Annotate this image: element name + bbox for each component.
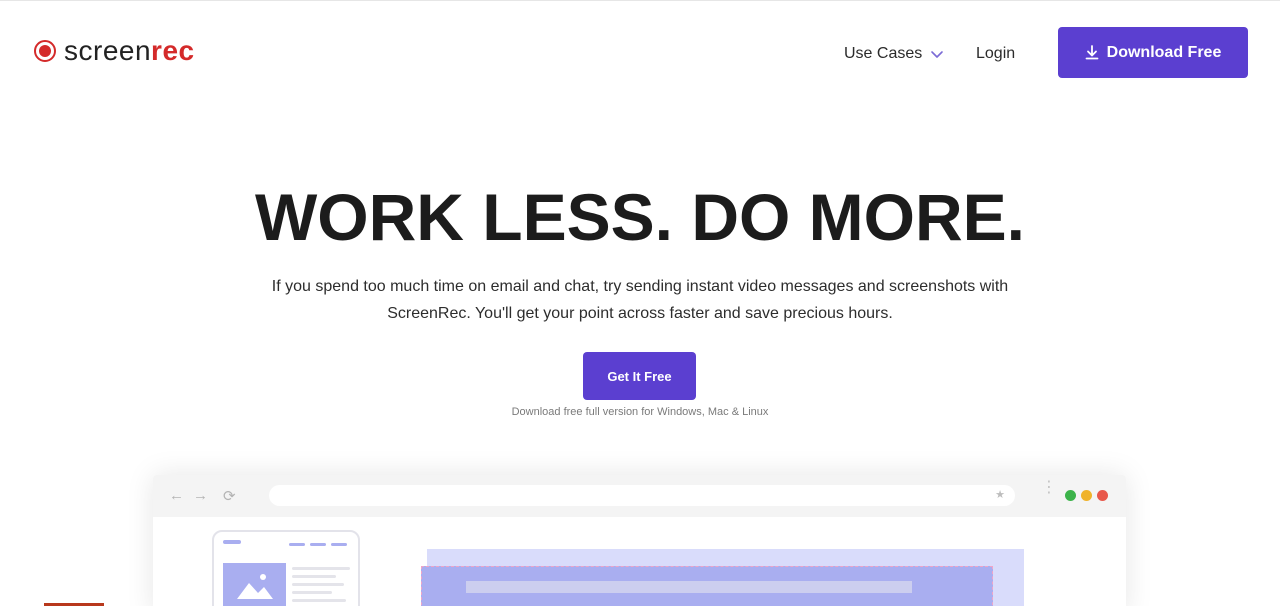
nav-use-cases-label: Use Cases [844,45,923,62]
card-header-bar [223,540,241,544]
window-dots [1065,490,1108,501]
download-icon [1085,45,1099,60]
menu-icon: ⋮ [1041,479,1057,496]
card-nav-bar [289,543,305,546]
forward-arrow-icon: → [193,487,208,504]
page: screenrec Use Cases Login Download Free … [0,0,1280,606]
back-arrow-icon: ← [169,487,184,504]
screenrec-logo[interactable]: screenrec [34,37,195,65]
card-text-line [292,575,336,578]
red-dot-icon [1097,490,1108,501]
card-text-line [292,599,346,602]
hero-title: WORK LESS. DO MORE. [254,180,1026,254]
download-free-button[interactable]: Download Free [1058,27,1248,78]
yellow-dot-icon [1081,490,1092,501]
card-nav-bar [310,543,326,546]
card-nav-bar [331,543,347,546]
get-it-free-label: Get It Free [607,368,672,384]
selection-content-bar [466,581,912,593]
mockup-toolbar: ← → ⟳ ★ ⋮ [153,475,1126,517]
record-icon [34,40,56,62]
mockup-address-bar: ★ [269,485,1015,506]
mockup-card [212,530,360,606]
card-text-line [292,591,332,594]
nav-login[interactable]: Login [976,45,1015,63]
download-note: Download free full version for Windows, … [511,406,769,418]
hero-subtitle: If you spend too much time on email and … [271,278,1009,322]
card-text-line [292,567,350,570]
image-placeholder-icon [223,563,286,606]
reload-icon: ⟳ [223,488,236,505]
card-text-line [292,583,344,586]
chevron-down-icon [930,47,944,61]
download-free-label: Download Free [1106,43,1222,61]
get-it-free-button[interactable]: Get It Free [583,352,696,400]
browser-mockup: ← → ⟳ ★ ⋮ [153,475,1126,606]
nav-use-cases[interactable]: Use Cases [844,45,944,63]
logo-text: screenrec [64,35,195,66]
green-dot-icon [1065,490,1076,501]
mockup-selection-area [421,566,993,606]
star-icon: ★ [995,489,1005,501]
nav-login-label: Login [976,45,1016,62]
